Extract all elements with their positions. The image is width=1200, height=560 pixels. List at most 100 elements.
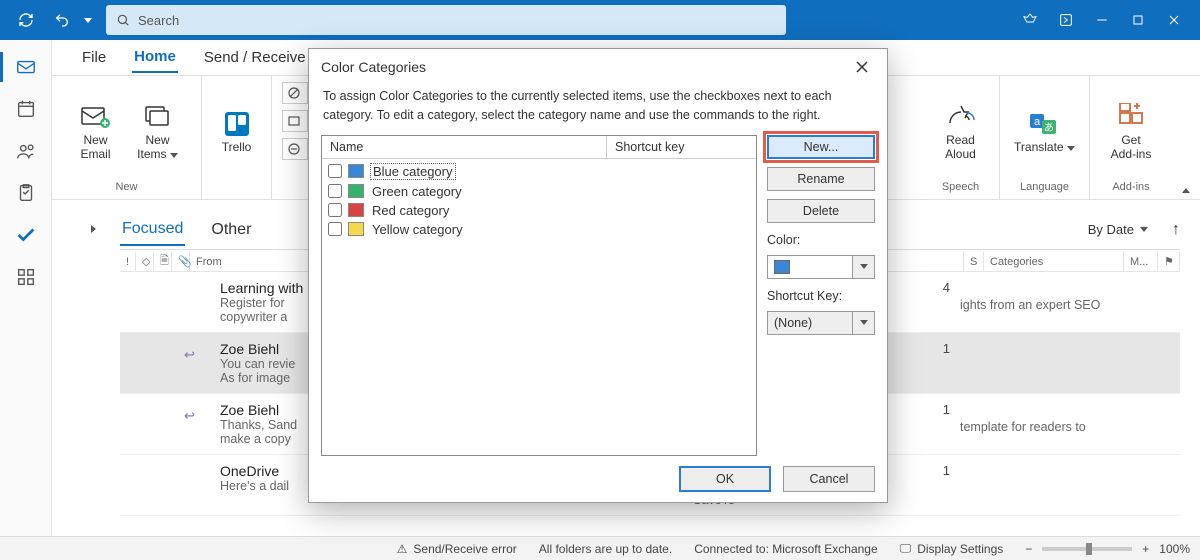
col-s[interactable]: S	[964, 252, 984, 271]
title-bar: Search	[0, 0, 1200, 40]
tab-home[interactable]: Home	[132, 42, 178, 73]
search-input[interactable]: Search	[106, 5, 786, 35]
tab-other[interactable]: Other	[209, 215, 253, 245]
search-placeholder: Search	[138, 13, 179, 28]
folder-expand-icon[interactable]	[84, 220, 102, 238]
new-category-button[interactable]: New...	[767, 135, 875, 159]
left-rail	[0, 40, 52, 536]
chevron-down-icon	[852, 312, 874, 334]
dialog-close-icon[interactable]	[849, 54, 875, 80]
col-name[interactable]: Name	[322, 136, 606, 158]
dialog-title-bar: Color Categories	[309, 49, 887, 85]
tab-focused[interactable]: Focused	[120, 214, 185, 246]
monitor-icon: 🖵	[900, 541, 912, 556]
zoom-controls[interactable]: − + 100%	[1025, 542, 1190, 556]
col-importance-icon[interactable]: !	[120, 252, 136, 271]
status-error[interactable]: ⚠Send/Receive error	[397, 542, 517, 556]
category-checkbox[interactable]	[328, 184, 342, 198]
group-label-addins: Add-ins	[1112, 181, 1149, 197]
new-email-button[interactable]: New Email	[72, 102, 120, 162]
maximize-icon[interactable]	[1120, 0, 1156, 40]
ribbon-collapse-icon[interactable]	[1172, 76, 1200, 199]
svg-text:a: a	[1034, 116, 1041, 128]
col-icon-icon[interactable]: 🗎	[154, 252, 172, 271]
ignore-icon[interactable]	[282, 82, 308, 104]
rail-people-icon[interactable]	[0, 130, 52, 172]
category-name: Green category	[370, 184, 464, 199]
col-flag-icon[interactable]: ⚑	[1158, 252, 1180, 271]
category-checkbox[interactable]	[328, 203, 342, 217]
rail-more-icon[interactable]	[0, 256, 52, 298]
rename-button[interactable]: Rename	[767, 167, 875, 191]
category-swatch	[348, 203, 364, 217]
coming-soon-icon[interactable]	[1048, 0, 1084, 40]
color-categories-dialog: Color Categories To assign Color Categor…	[308, 48, 888, 503]
translate-icon: aあ	[1027, 109, 1061, 139]
display-settings-button[interactable]: 🖵Display Settings	[900, 541, 1004, 556]
category-swatch	[348, 164, 364, 178]
category-checkbox[interactable]	[328, 164, 342, 178]
zoom-in-icon[interactable]: +	[1142, 542, 1149, 556]
rail-todo-icon[interactable]	[0, 214, 52, 256]
col-shortcut[interactable]: Shortcut key	[606, 136, 756, 158]
col-m[interactable]: M...	[1124, 252, 1158, 271]
zoom-slider[interactable]	[1042, 547, 1132, 551]
undo-dropdown-icon[interactable]	[80, 0, 96, 40]
junk-icon[interactable]	[282, 138, 308, 160]
category-checkbox[interactable]	[328, 222, 342, 236]
col-categories[interactable]: Categories	[984, 252, 1124, 271]
tab-send-receive[interactable]: Send / Receive	[202, 43, 308, 72]
category-row[interactable]: Yellow category	[326, 220, 752, 239]
rail-tasks-icon[interactable]	[0, 172, 52, 214]
tab-file[interactable]: File	[80, 43, 108, 72]
ribbon-group-trello: Trello	[202, 76, 272, 199]
rail-calendar-icon[interactable]	[0, 88, 52, 130]
cancel-button[interactable]: Cancel	[783, 466, 875, 492]
dialog-title: Color Categories	[321, 59, 426, 75]
zoom-value: 100%	[1159, 542, 1190, 556]
reply-icon: ↩	[184, 408, 195, 424]
category-row[interactable]: Red category	[326, 201, 752, 220]
search-icon	[116, 13, 130, 27]
dialog-intro: To assign Color Categories to the curren…	[309, 85, 887, 135]
sort-ascending-icon[interactable]: ↑	[1172, 221, 1180, 239]
addins-icon	[1114, 102, 1148, 132]
get-addins-button[interactable]: Get Add-ins	[1107, 102, 1155, 162]
premium-icon[interactable]	[1012, 0, 1048, 40]
refresh-icon[interactable]	[8, 0, 44, 40]
col-attachment-icon[interactable]: 📎	[172, 252, 190, 271]
col-reminder-icon[interactable]: ◇	[136, 252, 154, 271]
category-row[interactable]: Green category	[326, 182, 752, 201]
status-folders: All folders are up to date.	[539, 542, 672, 556]
warning-icon: ⚠	[397, 542, 408, 556]
undo-icon[interactable]	[44, 0, 80, 40]
group-label-new: New	[115, 181, 137, 197]
dialog-footer: OK Cancel	[309, 456, 887, 502]
status-connection: Connected to: Microsoft Exchange	[694, 542, 877, 556]
rail-mail-icon[interactable]	[0, 46, 52, 88]
color-label: Color:	[767, 233, 875, 247]
color-select[interactable]	[767, 255, 875, 279]
ribbon-group-speech: Read Aloud Speech	[922, 76, 1000, 199]
category-list: Name Shortcut key Blue category Green cat…	[321, 135, 757, 457]
trello-button[interactable]: Trello	[213, 109, 261, 155]
trello-icon	[220, 109, 254, 139]
category-name: Yellow category	[370, 222, 465, 237]
mail-plus-icon	[79, 102, 113, 132]
zoom-out-icon[interactable]: −	[1025, 542, 1032, 556]
shortcut-select[interactable]: (None)	[767, 311, 875, 335]
translate-button[interactable]: aあ Translate	[1014, 109, 1075, 155]
delete-button[interactable]: Delete	[767, 199, 875, 223]
read-aloud-button[interactable]: Read Aloud	[937, 102, 985, 162]
new-items-button[interactable]: New Items	[134, 102, 182, 162]
cleanup-icon[interactable]	[282, 110, 308, 132]
category-row[interactable]: Blue category	[326, 161, 752, 182]
shortcut-label: Shortcut Key:	[767, 289, 875, 303]
group-label-language: Language	[1020, 181, 1069, 197]
color-swatch	[774, 260, 790, 274]
ok-button[interactable]: OK	[679, 466, 771, 492]
close-icon[interactable]	[1156, 0, 1192, 40]
dialog-side: New... Rename Delete Color: Shortcut Key…	[767, 135, 875, 457]
sort-by-button[interactable]: By Date	[1088, 222, 1148, 237]
minimize-icon[interactable]	[1084, 0, 1120, 40]
